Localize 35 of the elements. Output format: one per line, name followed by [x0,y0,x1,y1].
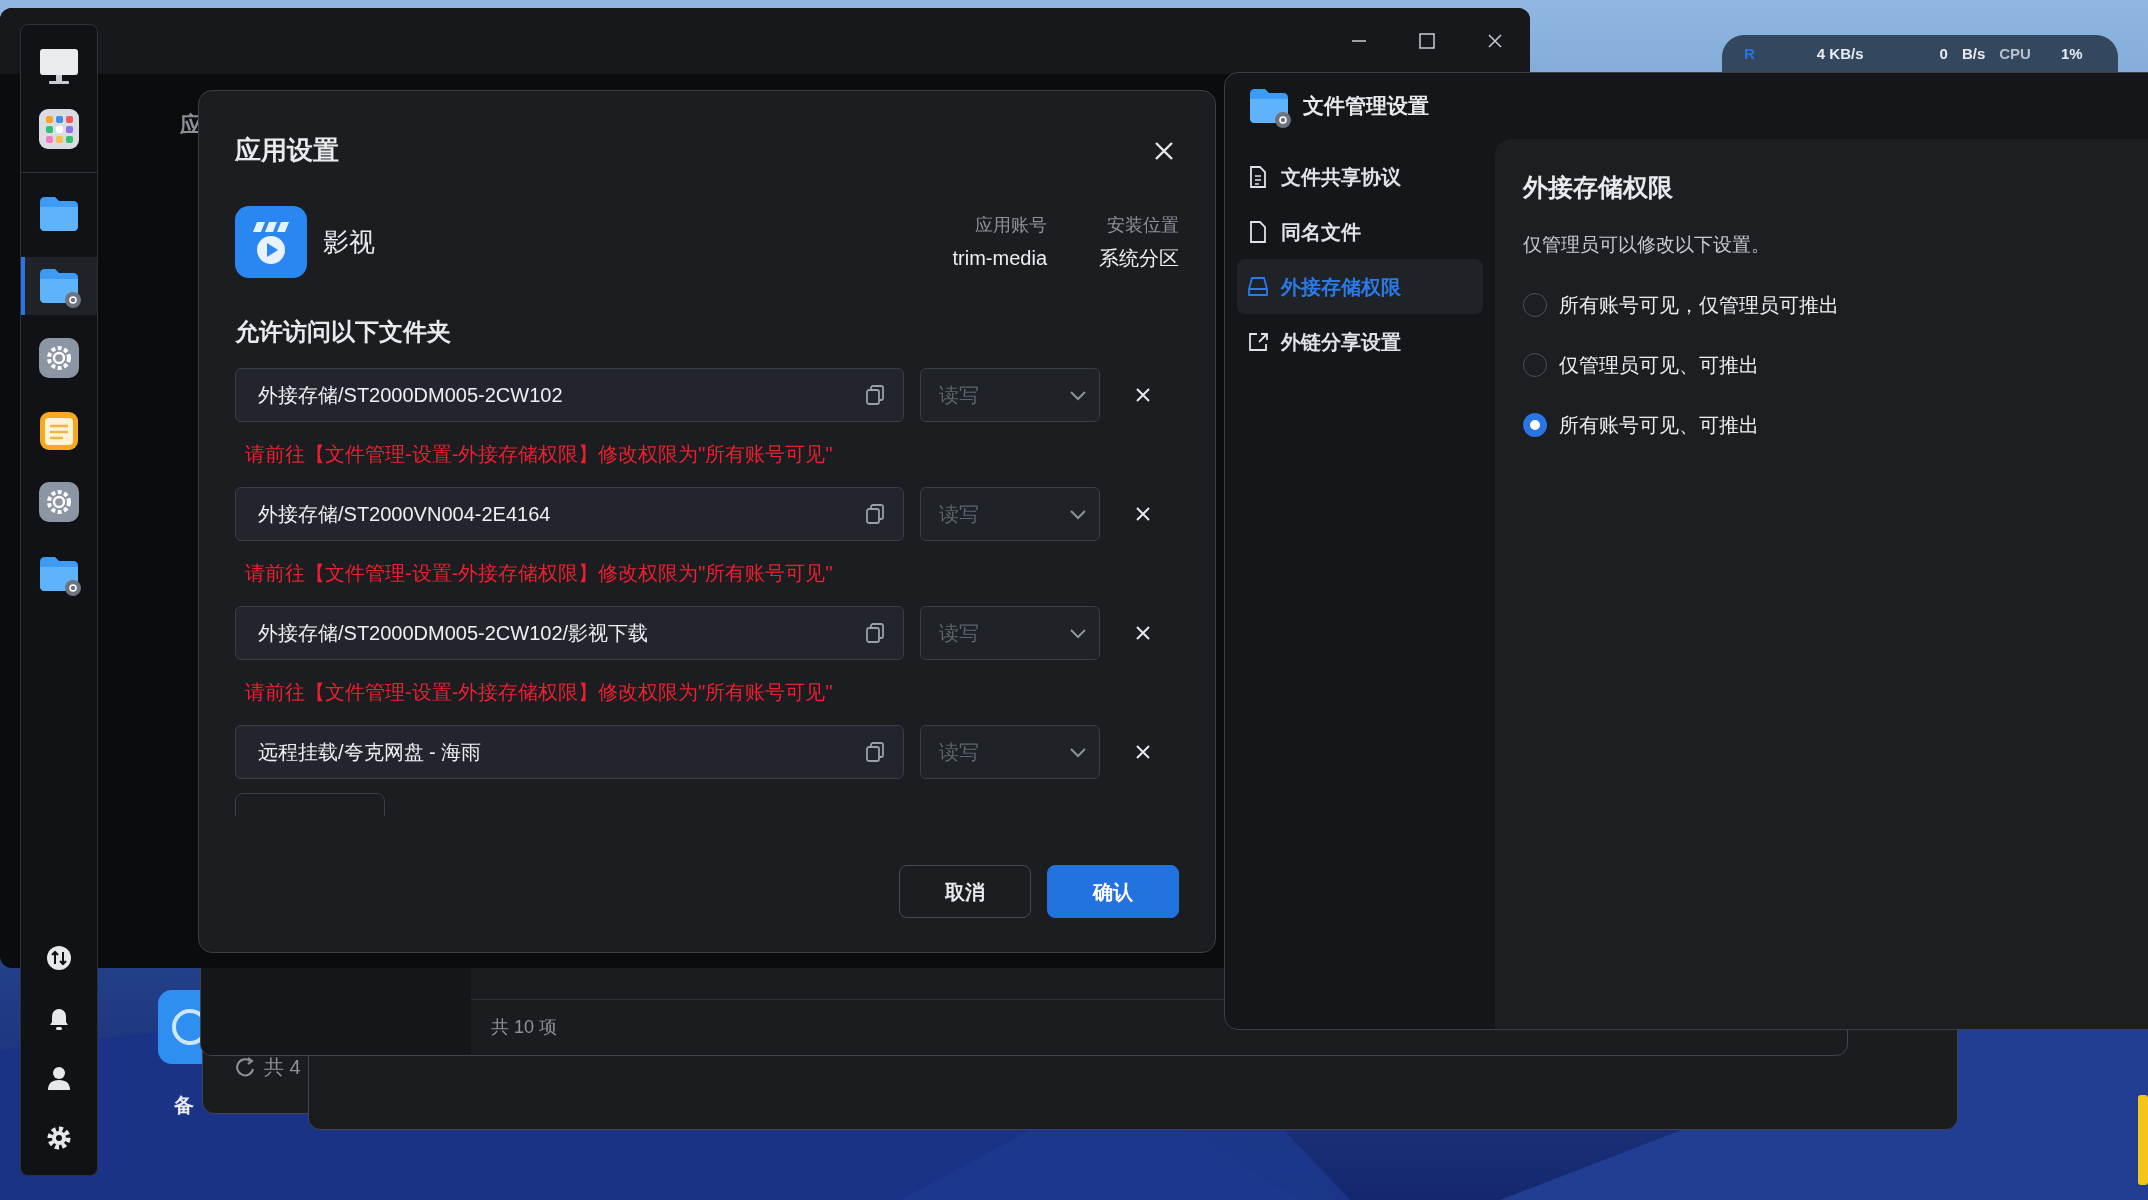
app-name: 影视 [323,225,375,259]
monitor-label: R [1744,44,1755,64]
item-count: 共 10 项 [491,1016,558,1039]
sidebar-item[interactable]: 外接存储权限 [1237,259,1483,314]
section-heading: 外接存储权限 [1523,172,1674,203]
field-value: trim-media [952,245,1047,271]
cpu-value: 1% [2060,44,2083,64]
permission-select: 读写 [920,368,1100,422]
sidebar-item[interactable]: 同名文件 [1237,204,1483,259]
field-label: 应用账号 [974,213,1047,237]
warning-text: 请前往【文件管理-设置-外接存储权限】修改权限为"所有账号可见" [245,561,834,586]
warning-text: 请前往【文件管理-设置-外接存储权限】修改权限为"所有账号可见" [245,442,834,467]
confirm-button[interactable]: 确认 [1047,865,1179,918]
upload-unit: B/s [1961,44,1986,64]
app-label: 备 [174,1093,194,1118]
status-text: 共 4 [264,1055,301,1080]
permission-select: 读写 [920,606,1100,660]
upload-value: 0 [1939,44,1948,64]
cancel-button[interactable]: 取消 [899,865,1031,918]
warning-text: 请前往【文件管理-设置-外接存储权限】修改权限为"所有账号可见" [245,680,834,705]
sidebar-item[interactable]: 外链分享设置 [1237,314,1483,369]
section-title: 允许访问以下文件夹 [235,317,452,347]
dialog-title: 应用设置 [235,134,339,167]
radio-option[interactable]: 仅管理员可见、可推出 [1523,335,1759,395]
field-value: 系统分区 [1099,245,1179,271]
radio-option[interactable]: 所有账号可见、可推出 [1523,395,1759,455]
description-text: 仅管理员可以修改以下设置。 [1523,232,1771,257]
cpu-label: CPU [1999,44,2031,64]
window-title: 文件管理设置 [1303,93,1429,120]
read-speed: 4 KB/s [1816,44,1864,64]
permission-select: 读写 [920,725,1100,779]
radio-option[interactable]: 所有账号可见，仅管理员可推出 [1523,275,1839,335]
permission-select: 读写 [920,487,1100,541]
sidebar-item[interactable]: 文件共享协议 [1237,149,1483,204]
field-label: 安装位置 [1106,213,1179,237]
